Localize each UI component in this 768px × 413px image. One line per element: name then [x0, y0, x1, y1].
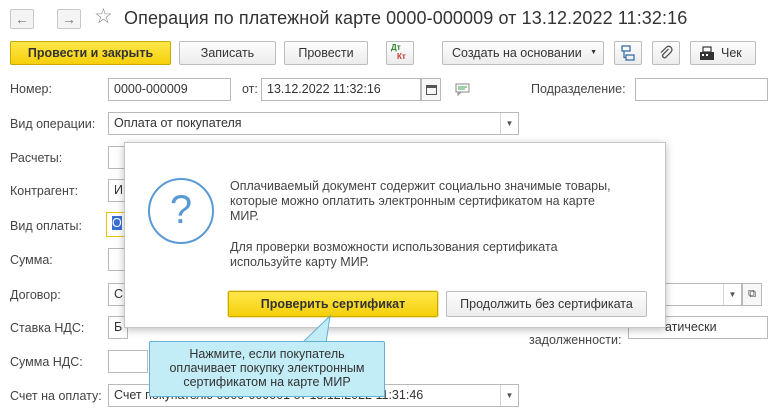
dialog-hint: Для проверки возможности использования с… [230, 240, 558, 269]
question-icon: ? [148, 178, 214, 244]
operation-type-select[interactable]: Оплата от покупателя ▼ [108, 112, 519, 135]
cash-register-icon [700, 46, 714, 60]
structure-icon [621, 45, 635, 61]
dropdown-arrow-icon: ▼ [500, 113, 518, 134]
open-button[interactable]: ⧉ [742, 283, 762, 306]
vat-amount-field[interactable] [108, 350, 148, 373]
subdivision-field[interactable] [635, 78, 768, 101]
counterparty-label: Контрагент: [10, 184, 79, 198]
forward-button[interactable]: → [57, 9, 81, 29]
paperclip-icon [660, 45, 673, 59]
number-field[interactable]: 0000-000009 [108, 78, 231, 101]
invoice-label: Счет на оплату: [10, 389, 102, 403]
back-arrow-icon: ← [15, 11, 29, 27]
calendar-icon [425, 85, 437, 95]
dropdown-arrow-icon: ▼ [723, 284, 741, 305]
payment-type-label: Вид оплаты: [10, 219, 82, 233]
tooltip-pointer [300, 314, 331, 344]
settlements-label: Расчеты: [10, 151, 63, 165]
amount-label: Сумма: [10, 253, 53, 267]
number-label: Номер: [10, 82, 52, 96]
chevron-down-icon: ▼ [590, 49, 597, 56]
open-icon: ⧉ [748, 288, 756, 300]
attach-button[interactable] [652, 41, 680, 65]
post-and-close-button[interactable]: Провести и закрыть [10, 41, 171, 65]
vat-amount-label: Сумма НДС: [10, 355, 83, 369]
contract-label: Договор: [10, 288, 61, 302]
save-button[interactable]: Записать [179, 41, 276, 65]
continue-without-certificate-button[interactable]: Продолжить без сертификата [446, 291, 647, 317]
vat-rate-label: Ставка НДС: [10, 321, 85, 335]
post-button[interactable]: Провести [284, 41, 368, 65]
date-from-label: от: [242, 82, 258, 96]
dropdown-arrow-icon: ▼ [500, 385, 518, 406]
window-title: Операция по платежной карте 0000-000009 … [124, 8, 688, 28]
structure-button[interactable] [614, 41, 642, 65]
forward-arrow-icon: → [62, 11, 76, 27]
comment-icon[interactable] [455, 83, 470, 96]
date-field[interactable]: 13.12.2022 11:32:16 [261, 78, 421, 101]
hint-tooltip: Нажмите, если покупатель оплачивает поку… [149, 341, 385, 397]
operation-type-label: Вид операции: [10, 117, 96, 131]
receipt-button[interactable]: Чек [690, 41, 756, 65]
dialog-message: Оплачиваемый документ содержит социально… [230, 179, 611, 223]
favorite-star-icon[interactable]: ☆ [94, 6, 113, 28]
dt-kt-button[interactable]: Дт Кт [386, 41, 414, 65]
subdivision-label: Подразделение: [531, 82, 626, 96]
debt-label: задолженности: [529, 333, 622, 347]
create-based-on-button[interactable]: Создать на основании ▼ [442, 41, 604, 65]
calendar-button[interactable] [421, 78, 441, 101]
certificate-dialog: ? Оплачиваемый документ содержит социаль… [124, 142, 666, 328]
back-button[interactable]: ← [10, 9, 34, 29]
dt-kt-icon: Дт Кт [391, 43, 406, 61]
right-select-field[interactable]: ▼ [664, 283, 742, 306]
